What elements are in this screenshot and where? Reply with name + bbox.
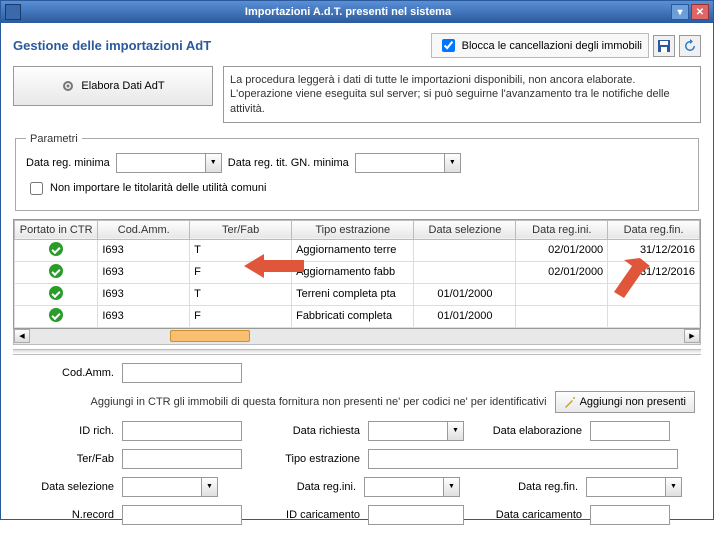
no-import-label: Non importare le titolarità delle utilit…: [50, 182, 266, 194]
nrecord-label: N.record: [19, 509, 114, 521]
min-date-dropdown[interactable]: ▼: [206, 153, 222, 173]
window-title: Importazioni A.d.T. presenti nel sistema: [27, 6, 669, 18]
col-regini[interactable]: Data reg.ini.: [516, 220, 608, 239]
imports-table: Portato in CTR Cod.Amm. Ter/Fab Tipo est…: [13, 219, 701, 329]
scroll-thumb[interactable]: [170, 330, 250, 342]
minimize-button[interactable]: ▾: [671, 4, 689, 20]
refresh-button[interactable]: [679, 35, 701, 57]
datacaric-label: Data caricamento: [472, 509, 582, 521]
datasel-label: Data selezione: [19, 481, 114, 493]
scroll-track[interactable]: [30, 329, 684, 343]
scroll-right-button[interactable]: ▶: [684, 329, 700, 343]
elabora-button[interactable]: Elabora Dati AdT: [13, 66, 213, 106]
col-tipo[interactable]: Tipo estrazione: [292, 220, 414, 239]
close-button[interactable]: ✕: [691, 4, 709, 20]
terfab-label: Ter/Fab: [19, 453, 114, 465]
datasel-input[interactable]: [122, 477, 202, 497]
aggiungi-button[interactable]: Aggiungi non presenti: [555, 391, 695, 413]
save-button[interactable]: [653, 35, 675, 57]
min-date-tit-dropdown[interactable]: ▼: [445, 153, 461, 173]
min-date-tit-input[interactable]: [355, 153, 445, 173]
aggiungi-label: Aggiungi non presenti: [580, 396, 686, 408]
terfab-input[interactable]: [122, 449, 242, 469]
block-cancellations-label: Blocca le cancellazioni degli immobili: [462, 40, 642, 52]
idcaric-input[interactable]: [368, 505, 464, 525]
no-import-checkbox[interactable]: Non importare le titolarità delle utilit…: [26, 179, 266, 198]
idrich-label: ID rich.: [19, 425, 114, 437]
dataregini-label: Data reg.ini.: [226, 481, 356, 493]
tipoestr-label: Tipo estrazione: [250, 453, 360, 465]
aggiungi-hint: Aggiungi in CTR gli immobili di questa f…: [19, 396, 547, 408]
block-cancellations-input[interactable]: [442, 39, 455, 52]
check-icon: [49, 264, 63, 278]
col-portato[interactable]: Portato in CTR: [15, 220, 98, 239]
dataelab-label: Data elaborazione: [472, 425, 582, 437]
h-scrollbar[interactable]: ◀ ▶: [13, 329, 701, 345]
idrich-input[interactable]: [122, 421, 242, 441]
titlebar: Importazioni A.d.T. presenti nel sistema…: [1, 1, 713, 23]
dataregini-input[interactable]: [364, 477, 444, 497]
datarich-label: Data richiesta: [250, 425, 360, 437]
datasel-dropdown[interactable]: ▼: [202, 477, 218, 497]
dataelab-input[interactable]: [590, 421, 670, 441]
description-text: La procedura leggerà i dati di tutte le …: [223, 66, 701, 123]
check-icon: [49, 308, 63, 322]
refresh-icon: [683, 39, 697, 53]
table-row[interactable]: I693TTerreni completa pta01/01/2000: [15, 283, 700, 305]
col-terfab[interactable]: Ter/Fab: [190, 220, 292, 239]
nrecord-input[interactable]: [122, 505, 242, 525]
elabora-label: Elabora Dati AdT: [81, 80, 164, 92]
scroll-left-button[interactable]: ◀: [14, 329, 30, 343]
splitter[interactable]: [13, 349, 701, 355]
dataregini-dropdown[interactable]: ▼: [444, 477, 460, 497]
tipoestr-input[interactable]: [368, 449, 678, 469]
dataregfin-label: Data reg.fin.: [468, 481, 578, 493]
check-icon: [49, 286, 63, 300]
gear-icon: [61, 79, 75, 93]
table-row[interactable]: I693TAggiornamento terre02/01/200031/12/…: [15, 239, 700, 261]
codamm-label: Cod.Amm.: [19, 367, 114, 379]
page-title: Gestione delle importazioni AdT: [13, 38, 431, 53]
datacaric-input[interactable]: [590, 505, 670, 525]
no-import-input[interactable]: [30, 182, 43, 195]
block-cancellations-checkbox[interactable]: Blocca le cancellazioni degli immobili: [431, 33, 649, 58]
wand-icon: [564, 396, 576, 408]
min-date-label: Data reg. minima: [26, 157, 110, 169]
idcaric-label: ID caricamento: [250, 509, 360, 521]
min-date-tit-label: Data reg. tit. GN. minima: [228, 157, 349, 169]
parametri-fieldset: Parametri Data reg. minima ▼ Data reg. t…: [15, 133, 699, 211]
codamm-input[interactable]: [122, 363, 242, 383]
parametri-legend: Parametri: [26, 133, 82, 145]
table-row[interactable]: I693FFabbricati completa01/01/2000: [15, 305, 700, 327]
table-row[interactable]: I693FAggiornamento fabb02/01/200031/12/2…: [15, 261, 700, 283]
dataregfin-dropdown[interactable]: ▼: [666, 477, 682, 497]
datarich-input[interactable]: [368, 421, 448, 441]
app-icon: [5, 4, 21, 20]
col-codamm[interactable]: Cod.Amm.: [98, 220, 190, 239]
datarich-dropdown[interactable]: ▼: [448, 421, 464, 441]
col-datasel[interactable]: Data selezione: [414, 220, 516, 239]
min-date-input[interactable]: [116, 153, 206, 173]
dataregfin-input[interactable]: [586, 477, 666, 497]
check-icon: [49, 242, 63, 256]
col-regfin[interactable]: Data reg.fin.: [608, 220, 700, 239]
floppy-icon: [657, 39, 671, 53]
